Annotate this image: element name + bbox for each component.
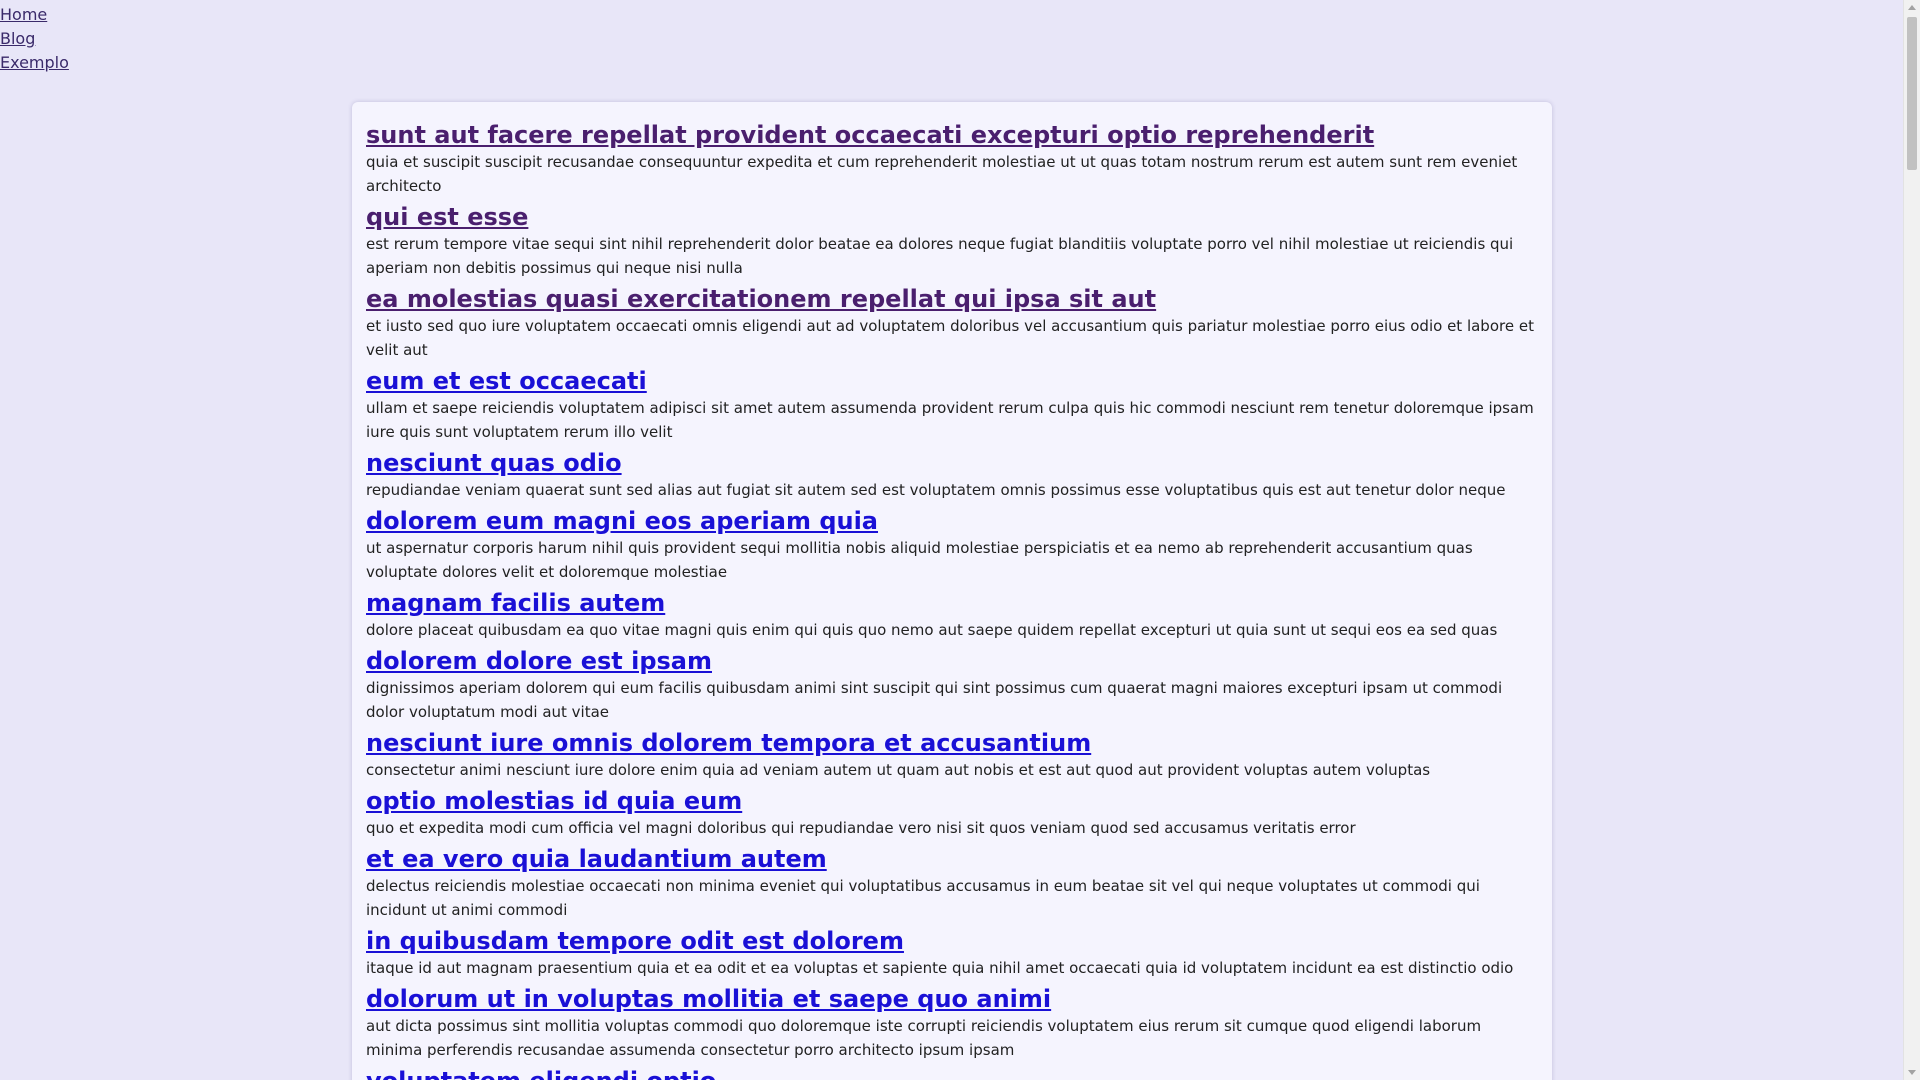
post-title-link[interactable]: dolorem eum magni eos aperiam quia bbox=[366, 506, 1538, 536]
post-item: nesciunt quas odio repudiandae veniam qu… bbox=[366, 448, 1538, 502]
post-title-link[interactable]: sunt aut facere repellat provident occae… bbox=[366, 120, 1538, 150]
post-body: est rerum tempore vitae sequi sint nihil… bbox=[366, 235, 1514, 277]
post-title-link[interactable]: dolorem dolore est ipsam bbox=[366, 646, 1538, 676]
post-title-link[interactable]: ea molestias quasi exercitationem repell… bbox=[366, 284, 1538, 314]
post-title-link[interactable]: nesciunt iure omnis dolorem tempora et a… bbox=[366, 728, 1538, 758]
post-body: dignissimos aperiam dolorem qui eum faci… bbox=[366, 679, 1503, 721]
nav-link-exemplo[interactable]: Exemplo bbox=[0, 51, 69, 75]
post-item: sunt aut facere repellat provident occae… bbox=[366, 120, 1538, 198]
post-item: magnam facilis autem dolore placeat quib… bbox=[366, 588, 1538, 642]
post-item: voluptatem eligendi optio bbox=[366, 1066, 1538, 1080]
post-title-link[interactable]: in quibusdam tempore odit est dolorem bbox=[366, 926, 1538, 956]
post-body: ullam et saepe reiciendis voluptatem adi… bbox=[366, 399, 1534, 441]
scroll-down-arrow-icon[interactable] bbox=[1908, 1070, 1916, 1075]
post-item: et ea vero quia laudantium autem delectu… bbox=[366, 844, 1538, 922]
post-title-link[interactable]: magnam facilis autem bbox=[366, 588, 1538, 618]
post-body: aut dicta possimus sint mollitia volupta… bbox=[366, 1017, 1482, 1059]
post-title-link[interactable]: voluptatem eligendi optio bbox=[366, 1066, 1538, 1080]
post-title-link[interactable]: eum et est occaecati bbox=[366, 366, 1538, 396]
post-item: in quibusdam tempore odit est dolorem it… bbox=[366, 926, 1538, 980]
post-item: dolorem eum magni eos aperiam quia ut as… bbox=[366, 506, 1538, 584]
scroll-up-arrow-icon[interactable] bbox=[1908, 5, 1916, 10]
post-body: delectus reiciendis molestiae occaecati … bbox=[366, 877, 1480, 919]
post-title-link[interactable]: qui est esse bbox=[366, 202, 1538, 232]
post-item: dolorem dolore est ipsam dignissimos ape… bbox=[366, 646, 1538, 724]
nav-link-home[interactable]: Home bbox=[0, 3, 69, 27]
post-item: dolorum ut in voluptas mollitia et saepe… bbox=[366, 984, 1538, 1062]
top-nav: Home Blog Exemplo bbox=[0, 0, 69, 75]
post-body: dolore placeat quibusdam ea quo vitae ma… bbox=[366, 621, 1498, 639]
post-body: consectetur animi nesciunt iure dolore e… bbox=[366, 761, 1431, 779]
post-body: ut aspernatur corporis harum nihil quis … bbox=[366, 539, 1473, 581]
post-item: nesciunt iure omnis dolorem tempora et a… bbox=[366, 728, 1538, 782]
scrollbar-thumb[interactable] bbox=[1907, 17, 1917, 170]
post-item: qui est esse est rerum tempore vitae seq… bbox=[366, 202, 1538, 280]
post-title-link[interactable]: et ea vero quia laudantium autem bbox=[366, 844, 1538, 874]
post-body: itaque id aut magnam praesentium quia et… bbox=[366, 959, 1514, 977]
vertical-scrollbar[interactable] bbox=[1903, 0, 1920, 1080]
post-list-card: sunt aut facere repellat provident occae… bbox=[352, 102, 1552, 1080]
browser-viewport: Home Blog Exemplo sunt aut facere repell… bbox=[0, 0, 1920, 1080]
nav-link-blog[interactable]: Blog bbox=[0, 27, 69, 51]
post-body: quo et expedita modi cum officia vel mag… bbox=[366, 819, 1356, 837]
post-title-link[interactable]: optio molestias id quia eum bbox=[366, 786, 1538, 816]
post-body: et iusto sed quo iure voluptatem occaeca… bbox=[366, 317, 1534, 359]
post-body: repudiandae veniam quaerat sunt sed alia… bbox=[366, 481, 1506, 499]
post-item: ea molestias quasi exercitationem repell… bbox=[366, 284, 1538, 362]
post-item: optio molestias id quia eum quo et exped… bbox=[366, 786, 1538, 840]
post-item: eum et est occaecati ullam et saepe reic… bbox=[366, 366, 1538, 444]
post-title-link[interactable]: nesciunt quas odio bbox=[366, 448, 1538, 478]
post-body: quia et suscipit suscipit recusandae con… bbox=[366, 153, 1518, 195]
post-title-link[interactable]: dolorum ut in voluptas mollitia et saepe… bbox=[366, 984, 1538, 1014]
